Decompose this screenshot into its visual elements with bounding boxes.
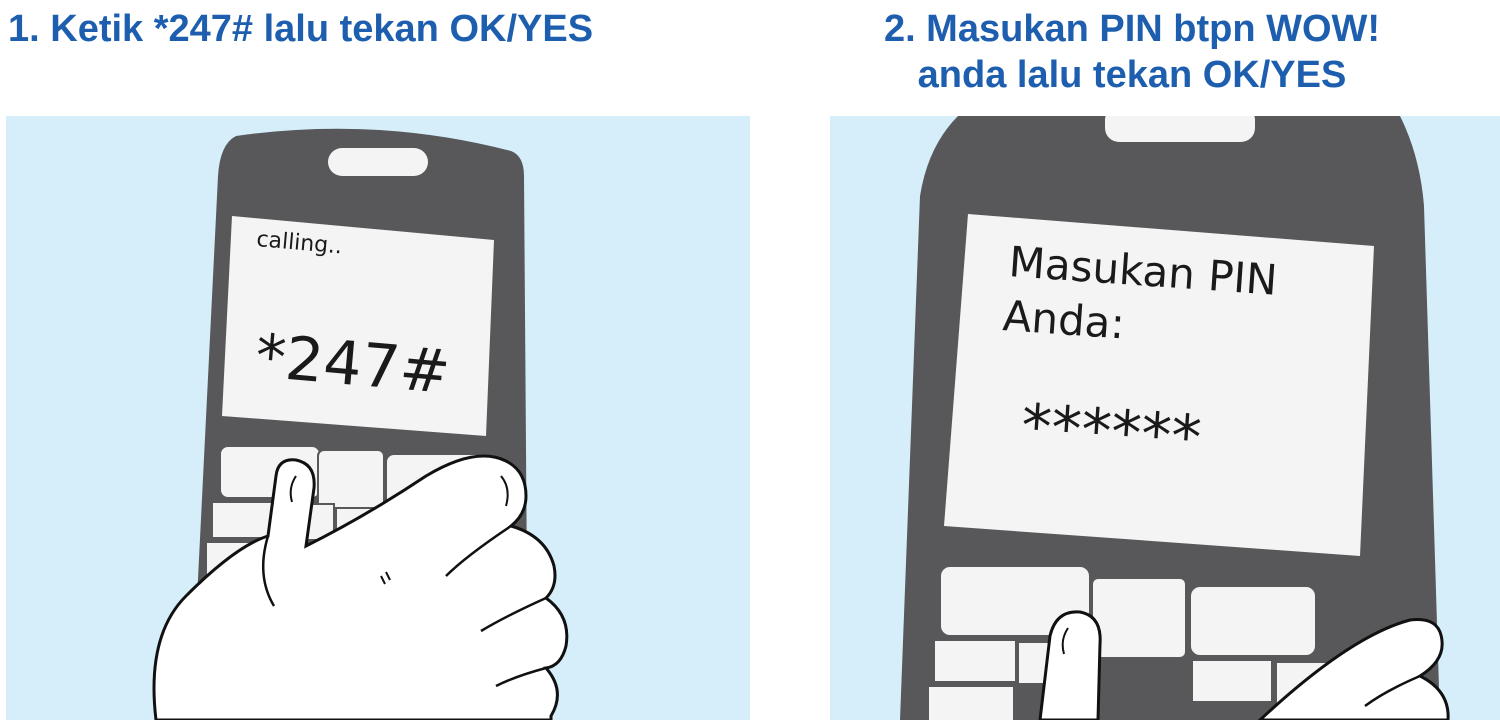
phone-1-illustration: calling.. *247#: [152, 128, 569, 720]
phone-2-prompt-line-2: Anda:: [1001, 291, 1126, 348]
step-2-title-line-2: anda lalu tekan OK/YES: [917, 54, 1347, 96]
phone-2-center-key: [1091, 577, 1187, 659]
phone-2-illustration: Masukan PIN Anda: ******: [900, 116, 1450, 720]
phone-2-soft-key-right: [1189, 585, 1317, 657]
phone-2-masked-pin: ******: [1019, 391, 1203, 473]
step-1-illustration-panel: calling.. *247#: [6, 116, 750, 720]
step-2-title: 2. Masukan PIN btpn WOW! anda lalu tekan…: [862, 6, 1402, 98]
phone-2-key: [933, 639, 1017, 683]
phone-2-key: [927, 685, 1015, 720]
phone-2-key: [1191, 659, 1273, 703]
step-1-title: 1. Ketik *247# lalu tekan OK/YES: [8, 8, 594, 50]
step-2-title-line-1: 2. Masukan PIN btpn WOW!: [883, 8, 1381, 50]
phone-2-earpiece: [1105, 116, 1255, 142]
step-2-illustration-panel: Masukan PIN Anda: ******: [830, 116, 1500, 720]
phone-1-earpiece: [328, 148, 428, 176]
phone-1-center-key: [317, 449, 385, 511]
phone-1-key: [211, 501, 273, 539]
